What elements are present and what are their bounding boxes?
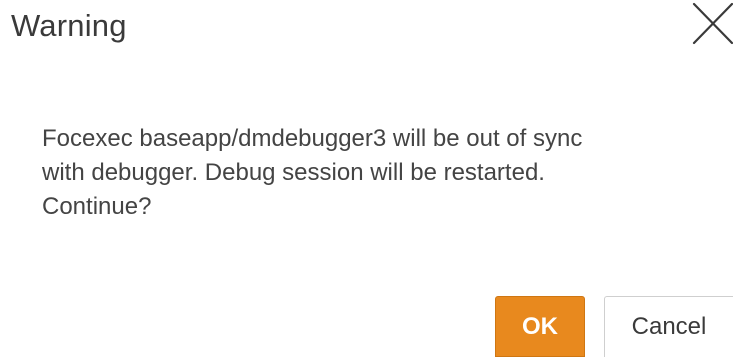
close-button[interactable] (688, 0, 733, 46)
dialog-title: Warning (11, 8, 127, 43)
message-line-2: with debugger. Debug session will be res… (42, 159, 545, 186)
dialog-message: Focexec baseapp/dmdebugger3 will be out … (42, 122, 702, 224)
message-line-1: Focexec baseapp/dmdebugger3 will be out … (42, 125, 583, 152)
ok-button-label: OK (522, 312, 558, 340)
cancel-button-label: Cancel (631, 313, 707, 340)
close-icon (692, 2, 733, 45)
message-line-3: Continue? (42, 193, 152, 220)
warning-dialog: Warning Focexec baseapp/dmdebugger3 will… (0, 0, 733, 357)
ok-button[interactable]: OK (495, 296, 585, 357)
cancel-button[interactable]: Cancel (604, 296, 733, 357)
